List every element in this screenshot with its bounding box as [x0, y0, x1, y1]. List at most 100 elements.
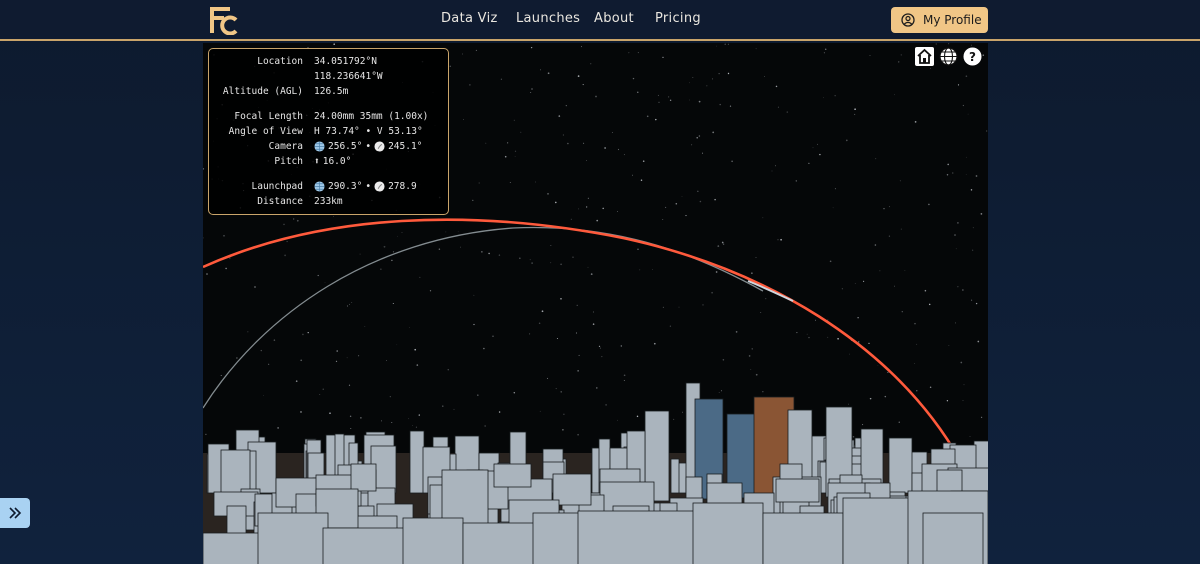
star [587, 197, 589, 199]
star [675, 202, 678, 205]
star [295, 380, 298, 382]
star [590, 63, 592, 65]
star [775, 85, 778, 88]
star [472, 199, 474, 202]
star [397, 235, 398, 237]
star [946, 174, 949, 176]
star [349, 415, 352, 418]
star [727, 72, 730, 75]
focal-length-label: Focal Length [234, 111, 303, 122]
building [220, 449, 251, 494]
star [900, 228, 902, 230]
star [824, 48, 827, 51]
star [722, 243, 725, 245]
star [590, 273, 593, 275]
distance-label: Distance [257, 196, 303, 207]
star [682, 411, 683, 413]
star [538, 322, 541, 325]
star [869, 397, 872, 400]
star [577, 433, 579, 436]
star [935, 43, 937, 45]
star [655, 118, 657, 121]
star [755, 257, 757, 258]
location-label: Location [257, 56, 303, 67]
star [900, 54, 902, 56]
star [812, 147, 814, 149]
nav-about[interactable]: About [594, 11, 634, 26]
nav-launches[interactable]: Launches [516, 11, 580, 26]
star [957, 222, 959, 224]
star [857, 317, 859, 319]
expand-sidebar-button[interactable] [0, 498, 30, 528]
star [498, 411, 501, 413]
star [592, 323, 595, 325]
star [477, 394, 479, 396]
star [706, 85, 708, 87]
star [898, 61, 900, 63]
3d-viewer[interactable]: Location 34.051792°N 118.236641°W Altitu… [203, 43, 988, 564]
star [485, 142, 487, 144]
star [348, 384, 351, 386]
star [504, 155, 507, 158]
star [681, 196, 683, 198]
star [529, 259, 531, 261]
pitch-value-group: ⬆ 16.0° [314, 156, 351, 167]
star [662, 219, 664, 220]
star [346, 357, 348, 359]
star [333, 43, 335, 45]
star [520, 131, 522, 133]
star [714, 198, 716, 201]
star [547, 72, 550, 75]
star [669, 99, 672, 102]
star [438, 248, 441, 250]
star [904, 270, 906, 271]
star [962, 289, 964, 291]
globe-button[interactable] [939, 47, 958, 66]
star [760, 312, 762, 313]
star [620, 345, 622, 347]
star [324, 281, 326, 283]
star [662, 306, 664, 308]
star [530, 92, 532, 93]
star [965, 156, 967, 158]
star [657, 94, 659, 96]
star [260, 349, 262, 352]
star [888, 206, 890, 208]
star [930, 67, 931, 69]
star [699, 200, 702, 203]
star [960, 361, 963, 364]
star [540, 69, 541, 71]
star [391, 259, 393, 262]
help-button[interactable]: ? [963, 47, 982, 66]
star [711, 291, 713, 294]
star [965, 75, 968, 77]
star [560, 263, 562, 266]
star [539, 410, 541, 412]
star [823, 52, 825, 54]
star [834, 188, 836, 190]
star [336, 350, 338, 352]
building [762, 512, 844, 564]
star [380, 420, 383, 422]
star [814, 319, 816, 321]
star [563, 413, 565, 415]
star [806, 333, 808, 335]
star [887, 371, 889, 373]
camera-info-panel: Location 34.051792°N 118.236641°W Altitu… [208, 48, 449, 215]
building [532, 512, 584, 564]
star [534, 181, 536, 183]
star [602, 207, 604, 210]
star [718, 392, 720, 394]
star [429, 290, 432, 292]
star [560, 298, 562, 300]
nav-data-viz[interactable]: Data Viz [441, 11, 498, 26]
star [547, 193, 549, 195]
star [447, 369, 449, 371]
star [962, 399, 964, 401]
star [639, 269, 641, 271]
nav-pricing[interactable]: Pricing [655, 11, 701, 26]
my-profile-button[interactable]: My Profile [891, 7, 988, 33]
star [914, 121, 917, 123]
home-button[interactable] [915, 47, 934, 66]
star [587, 266, 589, 268]
